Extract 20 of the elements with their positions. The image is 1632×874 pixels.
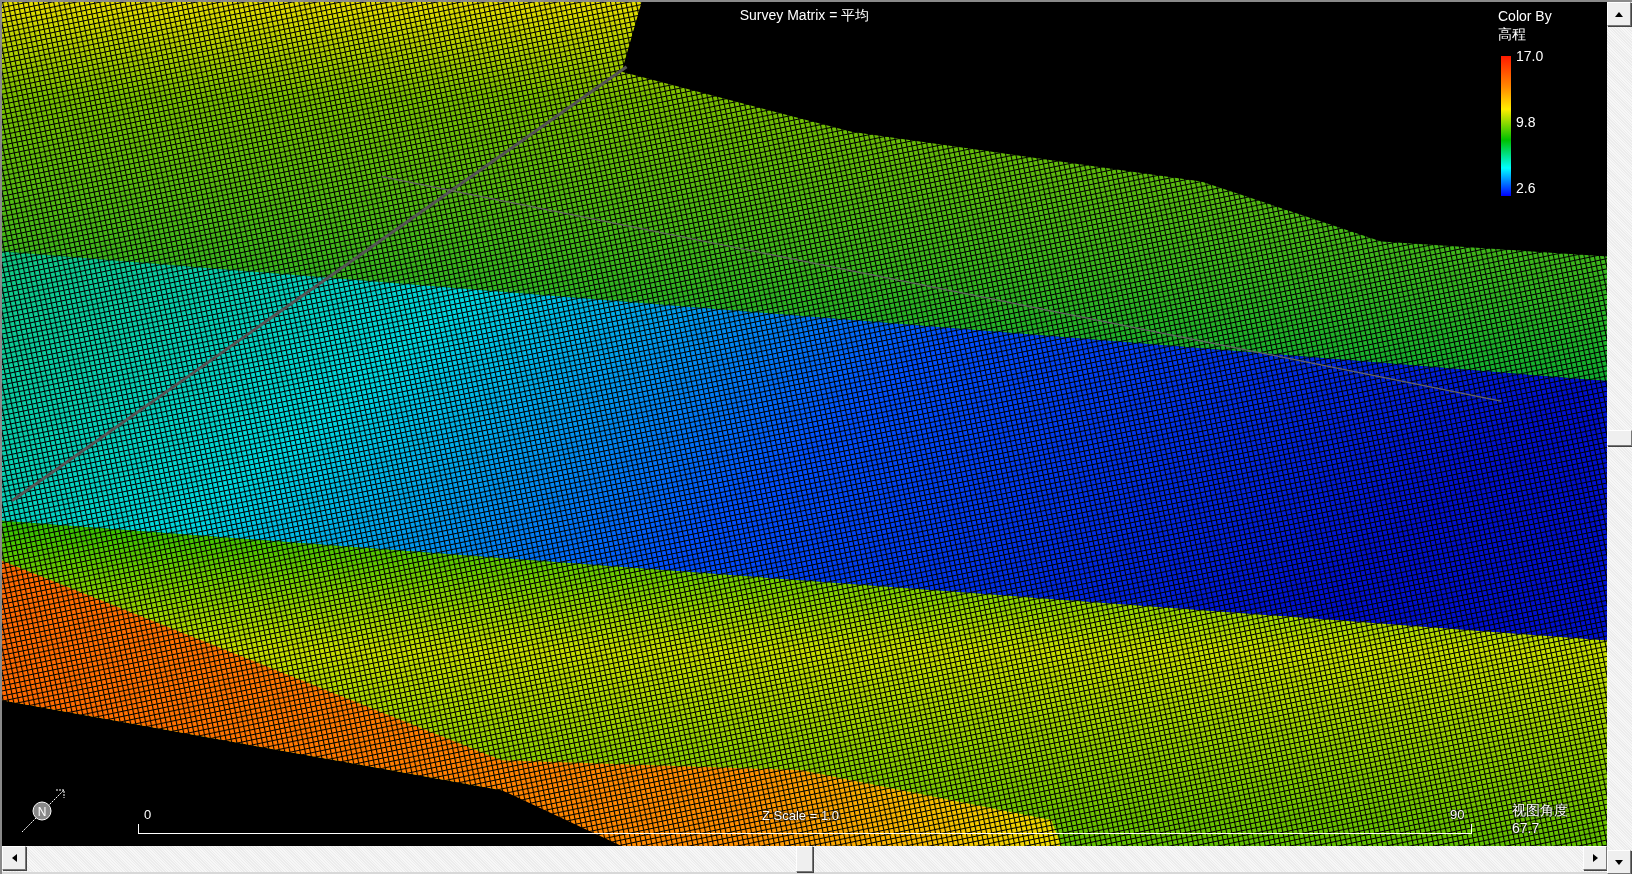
- scroll-right-button[interactable]: [1583, 846, 1607, 870]
- up-caret-icon: [1615, 11, 1623, 17]
- view-angle-label: 视图角度: [1512, 802, 1568, 820]
- scroll-left-button[interactable]: [2, 846, 26, 870]
- view-title: Survey Matrix = 平均: [739, 7, 870, 25]
- scroll-up-button[interactable]: [1607, 2, 1631, 26]
- down-caret-icon: [1615, 859, 1623, 865]
- legend-label: Color By: [1498, 8, 1552, 24]
- legend-tick-label: 17.0: [1516, 48, 1544, 64]
- left-caret-icon: [11, 854, 17, 862]
- vertical-scroll-thumb[interactable]: [1607, 430, 1632, 446]
- right-caret-icon: [1592, 854, 1598, 862]
- legend-tick-label: 9.8: [1516, 114, 1537, 130]
- view-angle-value: 67.7: [1512, 820, 1541, 836]
- legend-tick-label: 2.6: [1516, 180, 1537, 196]
- legend-field: 高程: [1498, 26, 1552, 44]
- scale-start-label: 0: [144, 807, 152, 822]
- horizontal-scroll-thumb[interactable]: [796, 846, 813, 872]
- scale-end-label: 90: [1450, 807, 1465, 822]
- scroll-down-button[interactable]: [1607, 850, 1631, 874]
